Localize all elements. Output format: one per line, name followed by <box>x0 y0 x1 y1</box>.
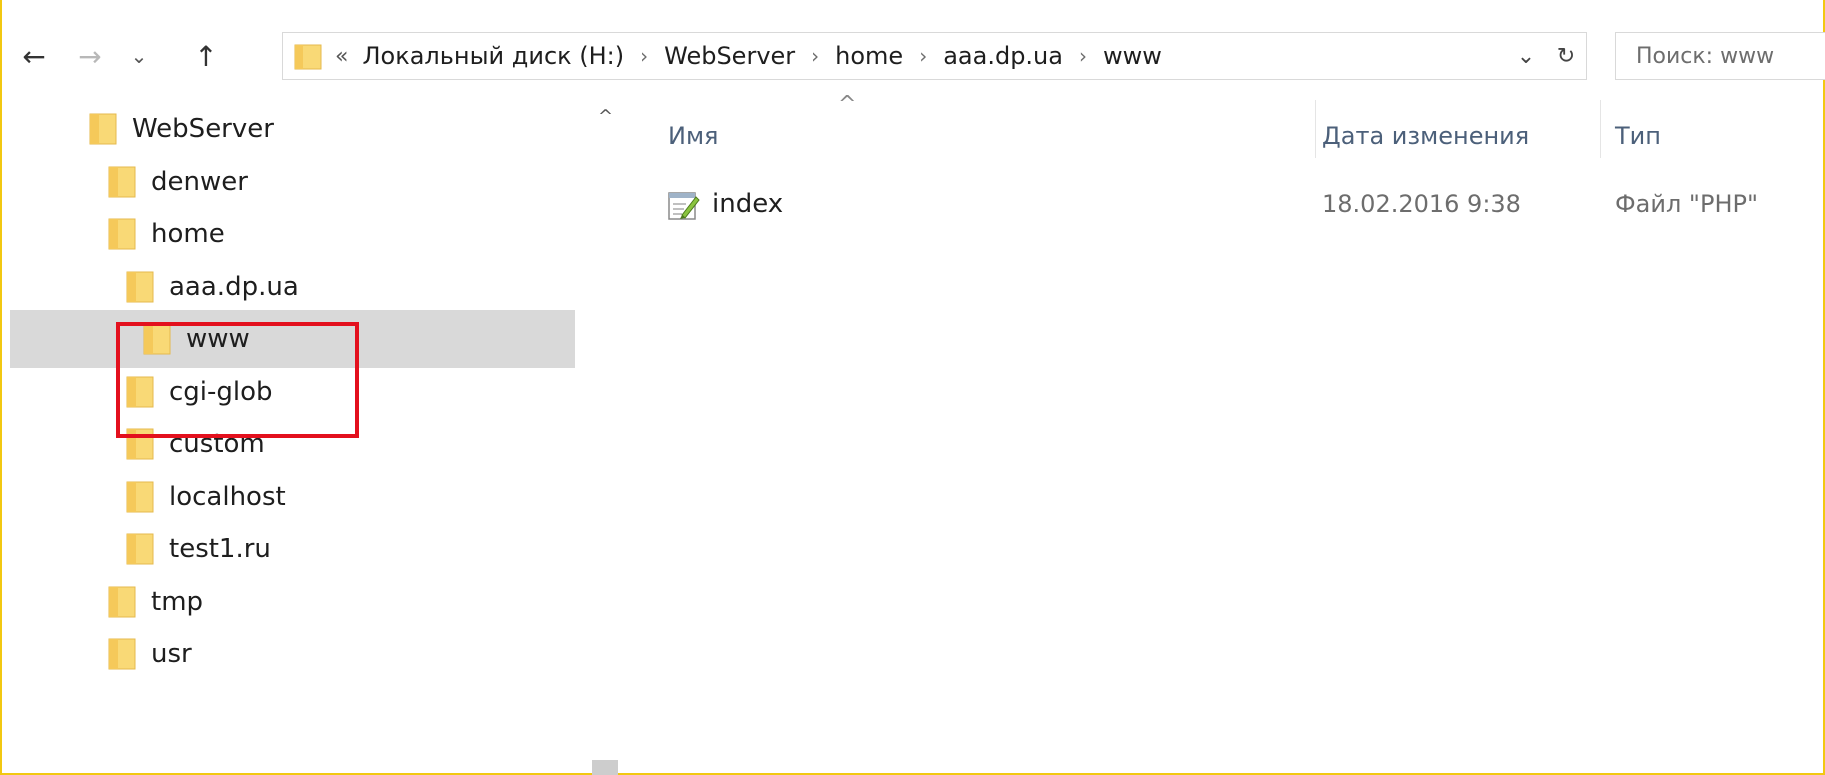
folder-icon <box>108 218 136 250</box>
tree-item-label: localhost <box>169 481 286 512</box>
recent-locations-button[interactable]: ⌄ <box>124 24 154 88</box>
tree-item-label: usr <box>151 639 192 669</box>
tree-item-label: aaa.dp.ua <box>169 271 299 302</box>
address-bar[interactable]: « Локальный диск (H:) › WebServer › home… <box>282 32 1587 80</box>
forward-button[interactable]: → <box>70 24 110 88</box>
column-divider[interactable] <box>1600 100 1601 158</box>
up-arrow-icon: ↑ <box>194 39 218 73</box>
tree-item[interactable]: tmp <box>10 573 575 631</box>
folder-icon <box>126 533 154 565</box>
scroll-up-icon[interactable]: ^ <box>598 106 613 127</box>
explorer-toolbar: ← → ⌄ ↑ « Локальный диск (H:) › WebServe… <box>0 24 1825 88</box>
folder-icon <box>108 166 136 197</box>
file-type: Файл "PHP" <box>1615 190 1759 218</box>
tree-item[interactable]: usr <box>10 625 575 683</box>
breadcrumb-separator-icon[interactable]: › <box>919 44 927 68</box>
breadcrumb-item-webserver[interactable]: WebServer <box>664 42 795 70</box>
nav-scrollbar[interactable] <box>592 100 618 775</box>
nav-scroll-thumb[interactable] <box>592 760 618 775</box>
back-button[interactable]: ← <box>14 24 54 88</box>
breadcrumb-separator-icon[interactable]: › <box>1079 44 1087 68</box>
up-button[interactable]: ↑ <box>186 24 226 88</box>
address-dropdown-icon[interactable]: ⌄ <box>1506 44 1546 69</box>
tree-item-label: test1.ru <box>169 534 271 564</box>
folder-icon <box>126 271 154 302</box>
php-file-icon <box>668 192 700 220</box>
breadcrumb-item-www[interactable]: www <box>1103 42 1162 70</box>
back-arrow-icon: ← <box>22 39 46 73</box>
folder-icon <box>294 44 322 70</box>
folder-icon <box>108 586 136 617</box>
overflow-chevron-icon[interactable]: « <box>335 44 348 69</box>
column-header-date[interactable]: Дата изменения <box>1322 114 1529 158</box>
breadcrumb-separator-icon[interactable]: › <box>811 44 819 68</box>
folder-icon <box>108 638 136 670</box>
column-header-name[interactable]: Имя <box>668 114 719 158</box>
column-header-type[interactable]: Тип <box>1615 114 1661 158</box>
navigation-pane: ^ WebServer denwer home aaa.dp.ua www cgi-glo… <box>10 100 618 775</box>
breadcrumb: « Локальный диск (H:) › WebServer › home… <box>335 33 1162 79</box>
file-date: 18.02.2016 9:38 <box>1322 190 1521 218</box>
tree-item-label: home <box>151 219 225 249</box>
refresh-icon[interactable]: ↻ <box>1546 44 1586 69</box>
address-actions: ⌄ ↻ <box>1506 33 1586 79</box>
tree-item-label: tmp <box>151 586 204 617</box>
forward-arrow-icon: → <box>78 39 102 73</box>
file-row[interactable]: index 18.02.2016 9:38 Файл "PHP" <box>650 176 1825 232</box>
tree-item-label: denwer <box>151 166 248 197</box>
highlight-box <box>116 322 359 438</box>
file-name: index <box>712 189 784 219</box>
breadcrumb-item-home[interactable]: home <box>835 42 903 70</box>
search-input[interactable] <box>1616 33 1825 79</box>
folder-icon <box>89 113 117 145</box>
tree-item[interactable]: test1.ru <box>10 520 575 578</box>
search-box[interactable] <box>1615 32 1825 80</box>
tree-item-label: WebServer <box>132 114 274 144</box>
column-divider[interactable] <box>1315 100 1316 158</box>
tree-item[interactable]: home <box>10 205 575 263</box>
folder-icon <box>126 481 154 512</box>
tree-item[interactable]: WebServer <box>10 100 575 158</box>
chevron-down-icon: ⌄ <box>130 44 148 68</box>
tree-item[interactable]: localhost <box>10 468 575 526</box>
breadcrumb-separator-icon[interactable]: › <box>640 44 648 68</box>
tree-item[interactable]: aaa.dp.ua <box>10 258 575 316</box>
breadcrumb-item-aaa-dp-ua[interactable]: aaa.dp.ua <box>943 42 1063 70</box>
sort-ascending-icon: ^ <box>838 92 857 117</box>
tree-item[interactable]: denwer <box>10 153 575 211</box>
breadcrumb-item-drive[interactable]: Локальный диск (H:) <box>362 42 624 70</box>
